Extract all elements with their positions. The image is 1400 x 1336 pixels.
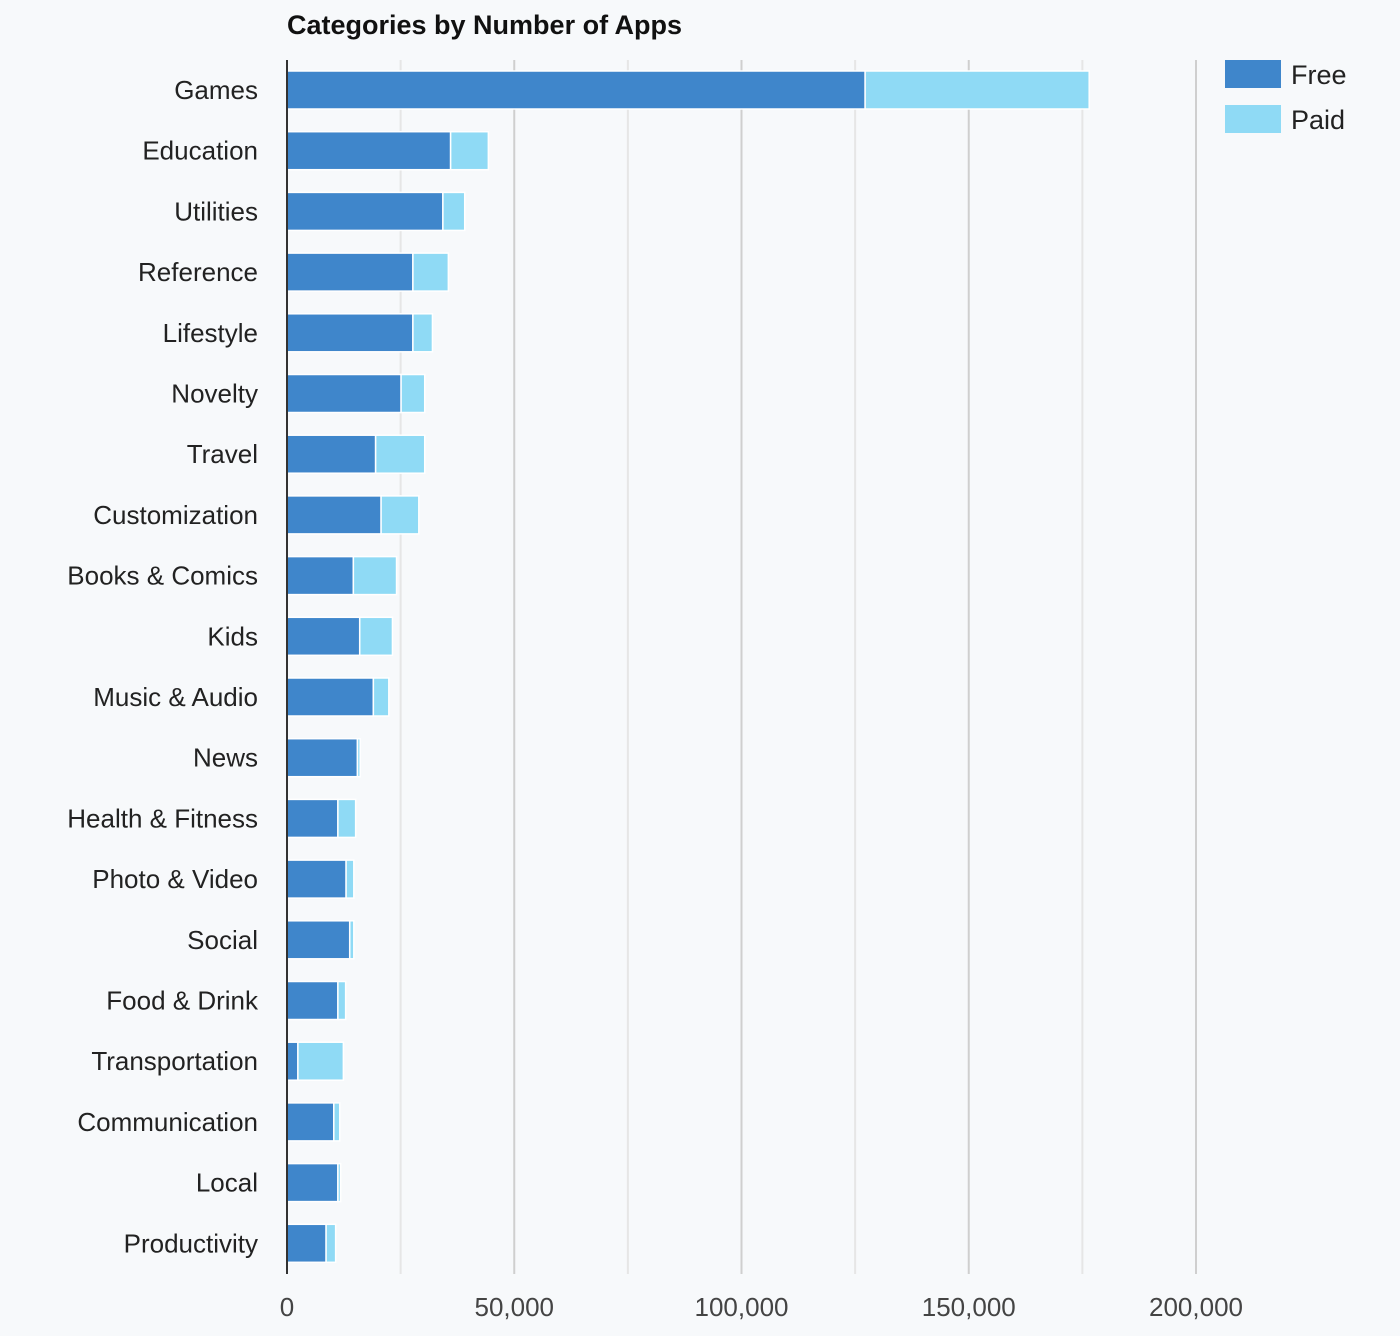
bar-paid-utilities[interactable]	[442, 191, 466, 232]
bar-free-productivity[interactable]	[286, 1223, 327, 1264]
x-tick-label: 100,000	[695, 1292, 789, 1322]
x-axis-tick-labels: 0 50,000 100,000 150,000 200,000	[280, 1292, 1243, 1322]
bar-paid-food-drink[interactable]	[337, 980, 347, 1021]
category-label: Lifestyle	[163, 318, 258, 348]
bar-free-customization[interactable]	[286, 495, 382, 535]
category-label: Communication	[77, 1107, 258, 1137]
legend-swatch-paid	[1225, 105, 1281, 133]
category-label: Books & Comics	[67, 561, 258, 591]
category-label: Travel	[187, 439, 258, 469]
x-tick-label: 150,000	[922, 1292, 1016, 1322]
bar-free-local[interactable]	[286, 1162, 339, 1203]
bar-free-kids[interactable]	[286, 616, 361, 657]
bar-paid-productivity[interactable]	[325, 1223, 337, 1264]
category-label: News	[193, 743, 258, 773]
x-tick-label: 200,000	[1149, 1292, 1243, 1322]
bar-free-lifestyle[interactable]	[286, 313, 414, 353]
chart-area: Games Education Utilities Reference Lifestyl…	[67, 60, 1347, 1322]
bar-paid-photo-video[interactable]	[345, 859, 355, 899]
bar-paid-social[interactable]	[348, 920, 355, 960]
legend-swatch-free	[1225, 60, 1281, 88]
bar-free-transportation[interactable]	[286, 1041, 299, 1081]
category-label: Health & Fitness	[67, 803, 258, 833]
bar-free-education[interactable]	[286, 130, 452, 171]
category-label: Customization	[93, 500, 258, 530]
x-tick-label: 50,000	[474, 1292, 554, 1322]
bar-paid-local[interactable]	[337, 1162, 342, 1203]
bar-paid-kids[interactable]	[358, 616, 394, 657]
category-label: Music & Audio	[93, 682, 258, 712]
category-label: Local	[196, 1168, 258, 1198]
bar-free-news[interactable]	[286, 737, 359, 778]
bar-paid-travel[interactable]	[374, 434, 426, 474]
category-label: Reference	[138, 257, 258, 287]
bar-free-food-drink[interactable]	[286, 980, 339, 1021]
category-label: Kids	[207, 621, 258, 651]
bar-free-music-audio[interactable]	[286, 677, 375, 717]
bar-paid-books-comics[interactable]	[352, 555, 398, 596]
bar-free-photo-video[interactable]	[286, 859, 347, 899]
bar-free-health-fitness[interactable]	[286, 798, 339, 839]
category-label: Productivity	[124, 1228, 258, 1258]
bar-paid-novelty[interactable]	[400, 373, 426, 414]
bar-free-travel[interactable]	[286, 434, 377, 474]
bar-free-communication[interactable]	[286, 1102, 335, 1142]
category-label: Utilities	[174, 196, 258, 226]
bar-paid-education[interactable]	[449, 130, 490, 171]
legend-label-paid[interactable]: Paid	[1291, 105, 1345, 135]
bar-paid-health-fitness[interactable]	[337, 798, 357, 839]
category-label: Education	[142, 136, 258, 166]
bar-free-games[interactable]	[286, 70, 866, 110]
category-label: Games	[174, 75, 258, 105]
bar-free-books-comics[interactable]	[286, 555, 355, 596]
bar-paid-transportation[interactable]	[297, 1041, 345, 1081]
x-tick-label: 0	[280, 1292, 294, 1322]
category-label: Photo & Video	[92, 864, 258, 894]
legend-label-free[interactable]: Free	[1291, 60, 1347, 90]
category-labels: Games Education Utilities Reference Lifestyl…	[67, 75, 259, 1258]
bar-paid-lifestyle[interactable]	[412, 313, 434, 353]
gridlines	[399, 60, 1197, 1274]
category-label: Food & Drink	[106, 986, 259, 1016]
bar-free-social[interactable]	[286, 920, 351, 960]
bar-paid-communication[interactable]	[333, 1102, 341, 1142]
bar-paid-news[interactable]	[356, 737, 361, 778]
category-label: Transportation	[91, 1046, 258, 1076]
legend: Free Paid	[1225, 60, 1347, 135]
category-label: Social	[187, 925, 258, 955]
category-label: Novelty	[171, 379, 258, 409]
bar-free-novelty[interactable]	[286, 373, 402, 414]
bar-paid-music-audio[interactable]	[372, 677, 390, 717]
bar-paid-games[interactable]	[864, 70, 1090, 110]
bar-paid-reference[interactable]	[412, 252, 450, 292]
bar-free-reference[interactable]	[286, 252, 414, 292]
bar-free-utilities[interactable]	[286, 191, 444, 232]
bar-paid-customization[interactable]	[380, 495, 420, 535]
